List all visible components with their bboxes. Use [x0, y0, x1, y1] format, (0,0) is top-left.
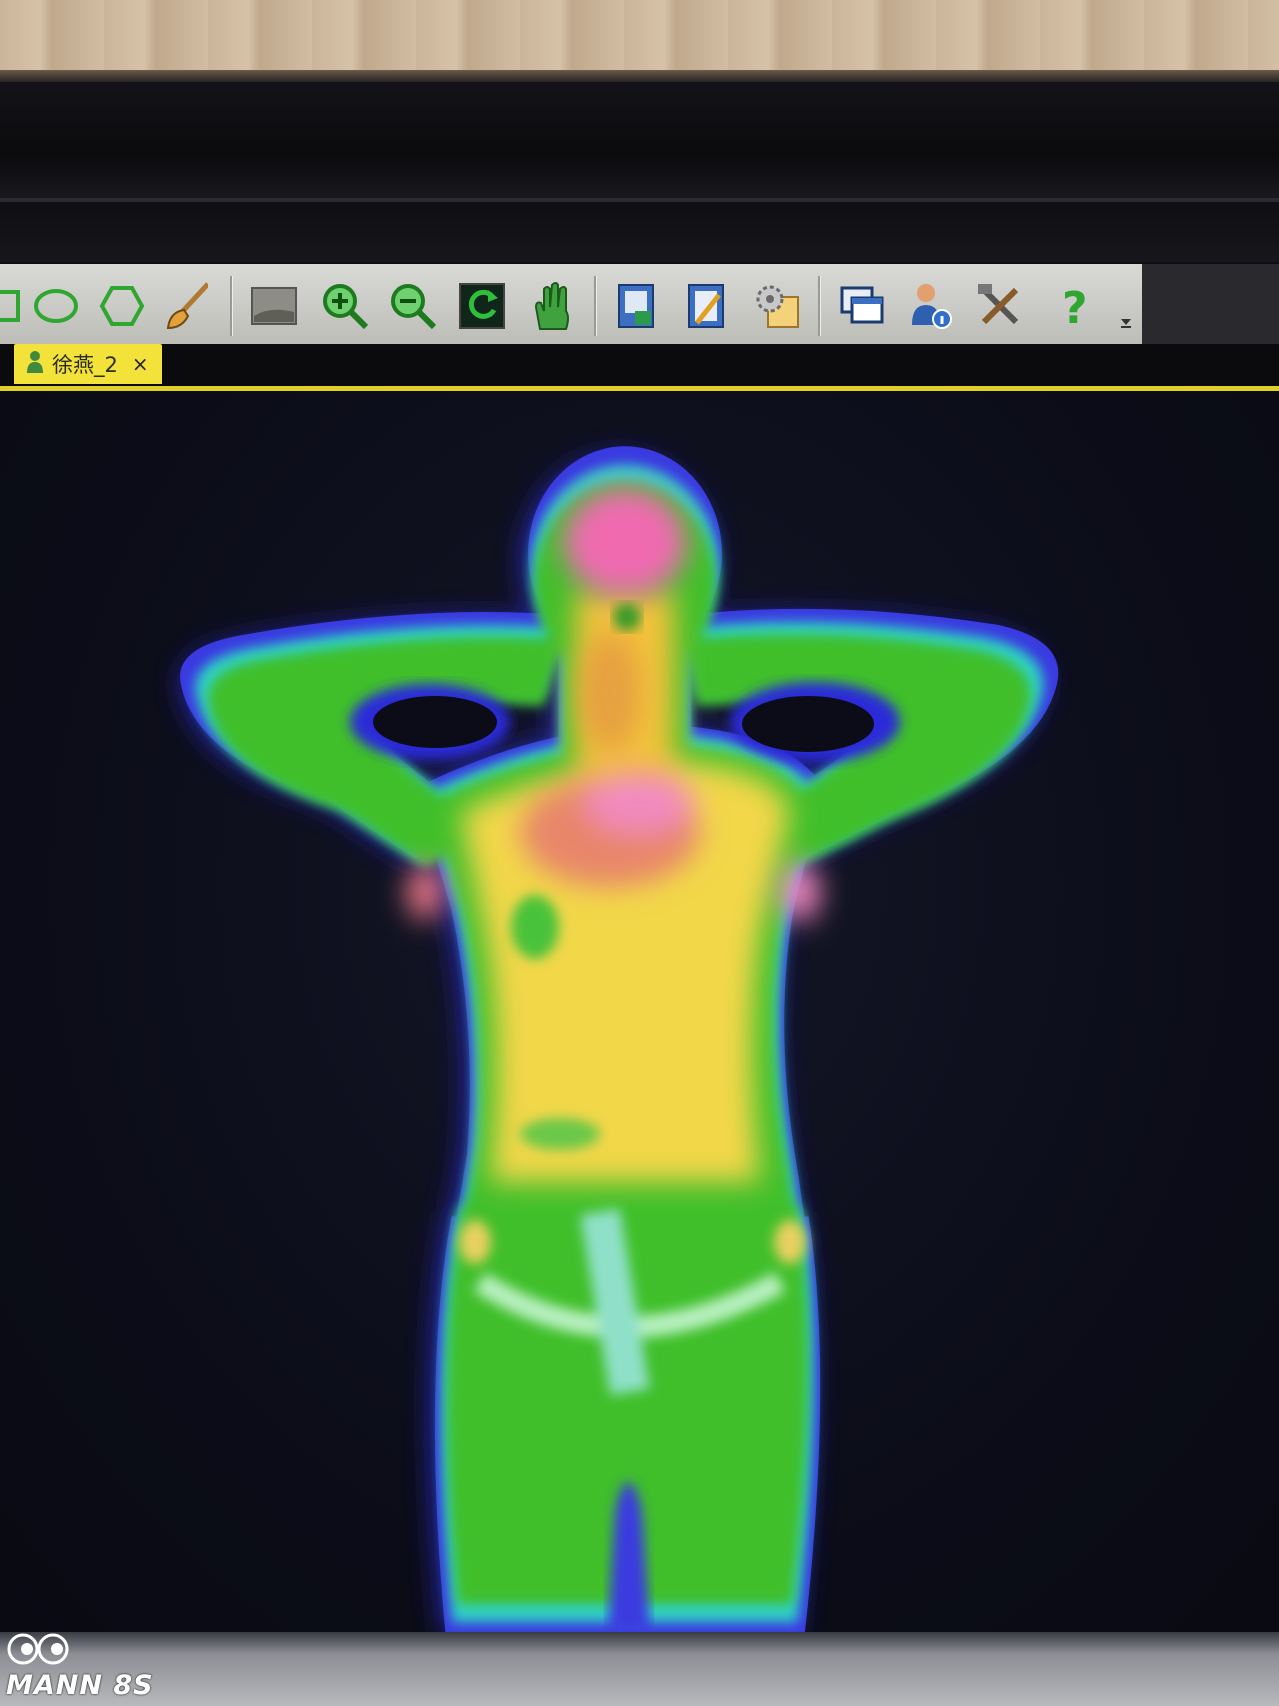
- zoom-in-icon[interactable]: [320, 282, 368, 330]
- tools-icon[interactable]: [976, 282, 1024, 330]
- settings-icon[interactable]: [752, 282, 800, 330]
- svg-text:?: ?: [1062, 283, 1088, 331]
- watermark-text: MANN 8S: [6, 1670, 154, 1701]
- toolbar-empty-area: [1142, 264, 1279, 344]
- refresh-icon[interactable]: [458, 282, 506, 330]
- ellipse-select-icon[interactable]: [32, 282, 80, 330]
- toolbar: ?: [0, 264, 1142, 345]
- camera-watermark: MANN 8S: [6, 1630, 206, 1702]
- zoom-out-icon[interactable]: [388, 282, 436, 330]
- thermal-body-image: [180, 446, 1059, 1632]
- window-icon[interactable]: [838, 282, 886, 330]
- toolbar-separator: [230, 276, 233, 336]
- camera-logo-icon: [6, 1632, 72, 1670]
- monitor-bezel-top: [0, 82, 1279, 202]
- tab-label: 徐燕_2: [52, 353, 118, 377]
- toolbar-separator: [594, 276, 597, 336]
- help-icon[interactable]: ?: [1052, 282, 1100, 331]
- rectangle-select-icon[interactable]: [0, 282, 26, 330]
- image-view-icon[interactable]: [250, 282, 298, 330]
- report-icon[interactable]: [612, 282, 660, 330]
- user-info-icon[interactable]: [906, 282, 954, 330]
- polygon-select-icon[interactable]: [98, 282, 146, 330]
- pan-hand-icon[interactable]: [528, 282, 576, 330]
- tab-close-button[interactable]: ×: [132, 352, 149, 376]
- screen-title-area: [0, 202, 1279, 262]
- tab-patient[interactable]: 徐燕_2 ×: [14, 344, 162, 384]
- toolbar-overflow-icon[interactable]: [1118, 314, 1134, 330]
- edit-icon[interactable]: [682, 282, 730, 330]
- tab-underline: [0, 386, 1279, 391]
- tab-strip: 徐燕_2 ×: [0, 344, 1279, 390]
- brush-icon[interactable]: [160, 282, 208, 330]
- user-icon: [26, 350, 44, 378]
- toolbar-separator: [818, 276, 821, 336]
